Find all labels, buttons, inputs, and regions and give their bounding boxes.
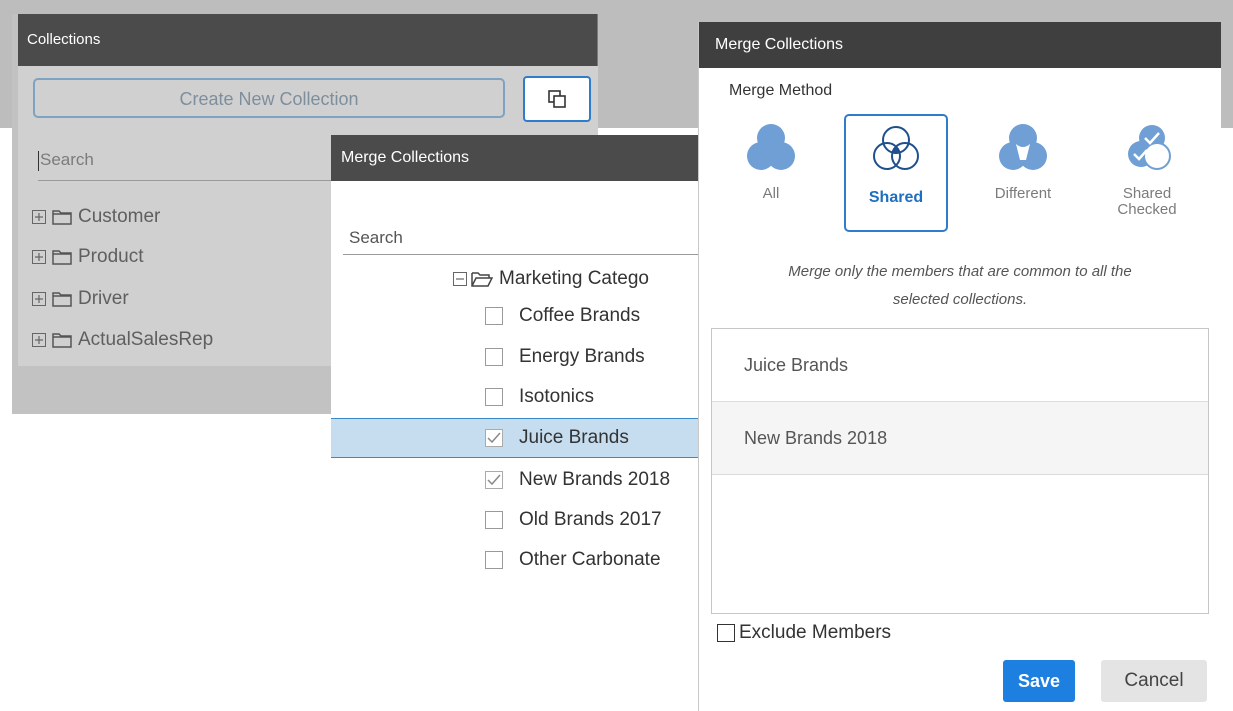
tree-item-label: Product [78, 246, 144, 267]
collections-search-placeholder: Search [40, 150, 94, 169]
tree-item-label: Customer [78, 206, 161, 227]
merge-method-label-different: Different [994, 185, 1052, 202]
folder-icon [52, 249, 72, 265]
merge-method-shared[interactable]: Shared [844, 114, 948, 232]
list-item-label: Coffee Brands [519, 305, 641, 326]
text-caret [38, 150, 39, 171]
checkbox[interactable] [485, 348, 503, 366]
tree-item-actualsalesrep[interactable]: ActualSalesRep [32, 327, 213, 353]
list-item-coffee-brands[interactable]: Coffee Brands [331, 296, 711, 336]
merge-method-shared-checked[interactable]: Shared Checked [1095, 114, 1199, 232]
merge-method-label-shared: Shared [868, 189, 924, 206]
save-button[interactable]: Save [1003, 660, 1075, 702]
tree-item-label: ActualSalesRep [78, 329, 214, 350]
description-line: Merge only the members that are common t… [788, 263, 1132, 280]
venn-different-icon [995, 120, 1051, 176]
tree-item-marketing-category[interactable]: Marketing Catego [453, 265, 649, 293]
list-item-label: Old Brands 2017 [519, 509, 662, 530]
checkmark-icon [487, 432, 501, 444]
list-item-label: Isotonics [519, 386, 594, 407]
label-line: Shared [1122, 185, 1172, 202]
list-item-isotonics[interactable]: Isotonics [331, 377, 711, 417]
plus-square-icon[interactable] [32, 292, 46, 306]
folder-icon [52, 209, 72, 225]
plus-square-icon[interactable] [32, 333, 46, 347]
list-item-other-carbonates[interactable]: Other Carbonate [331, 540, 711, 580]
list-item-label: New Brands 2018 [519, 469, 671, 490]
cancel-button[interactable]: Cancel [1101, 660, 1207, 702]
collapse-panel-button[interactable] [523, 76, 591, 122]
list-item-label: Energy Brands [519, 346, 645, 367]
checkbox-checked[interactable] [485, 471, 503, 489]
venn-shared-checked-icon [1119, 120, 1175, 176]
exclude-members-checkbox[interactable]: Exclude Members [717, 622, 891, 644]
selected-collections-list[interactable]: Juice Brands New Brands 2018 [711, 328, 1209, 614]
plus-square-icon[interactable] [32, 250, 46, 264]
exclude-members-label: Exclude Members [739, 622, 892, 643]
list-item-energy-brands[interactable]: Energy Brands [331, 337, 711, 377]
list-item-old-brands-2017[interactable]: Old Brands 2017 [331, 500, 711, 540]
folder-icon [52, 291, 72, 307]
tree-item-label: Marketing Catego [499, 268, 649, 289]
tree-item-label: Driver [78, 288, 129, 309]
merge-method-different[interactable]: Different [971, 114, 1075, 232]
tree-item-customer[interactable]: Customer [32, 204, 160, 230]
merge-picker-title: Merge Collections [331, 135, 711, 181]
collections-panel-title: Collections [18, 14, 598, 66]
folder-open-icon [471, 271, 493, 287]
merge-method-label-all: All [762, 185, 780, 202]
list-item[interactable]: Juice Brands [712, 329, 1208, 402]
checkbox-checked[interactable] [485, 429, 503, 447]
list-item-juice-brands[interactable]: Juice Brands [331, 418, 711, 458]
venn-shared-icon [868, 122, 924, 178]
checkbox[interactable] [485, 511, 503, 529]
merge-collections-picker-dialog: Merge Collections Search Marketing Categ… [331, 135, 711, 578]
checkbox[interactable] [485, 551, 503, 569]
tree-item-product[interactable]: Product [32, 244, 143, 270]
create-new-collection-button[interactable]: Create New Collection [33, 78, 505, 118]
list-item-new-brands-2018[interactable]: New Brands 2018 [331, 460, 711, 500]
checkbox[interactable] [485, 307, 503, 325]
collapse-panel-icon [546, 88, 568, 110]
checkbox[interactable] [717, 624, 735, 642]
list-item[interactable]: New Brands 2018 [712, 402, 1208, 475]
merge-method-description: Merge only the members that are common t… [723, 258, 1197, 314]
checkbox[interactable] [485, 388, 503, 406]
description-line: selected collections. [892, 291, 1028, 308]
merge-picker-search-input[interactable]: Search [343, 223, 703, 255]
tree-item-driver[interactable]: Driver [32, 286, 129, 312]
label-line: Checked [1117, 201, 1177, 218]
plus-square-icon[interactable] [32, 210, 46, 224]
checkmark-icon [487, 474, 501, 486]
merge-method-label-shared-checked: Shared Checked [1095, 186, 1199, 218]
merge-dialog-title: Merge Collections [699, 22, 1221, 68]
venn-all-icon [743, 120, 799, 176]
merge-method-all[interactable]: All [719, 114, 823, 232]
list-item-label: Juice Brands [519, 427, 629, 448]
folder-icon [52, 332, 72, 348]
merge-method-label: Merge Method [729, 82, 833, 99]
minus-square-icon[interactable] [453, 272, 467, 286]
list-item-label: Other Carbonate [519, 549, 661, 570]
merge-collections-dialog: Merge Collections Merge Method All Share… [698, 22, 1221, 711]
